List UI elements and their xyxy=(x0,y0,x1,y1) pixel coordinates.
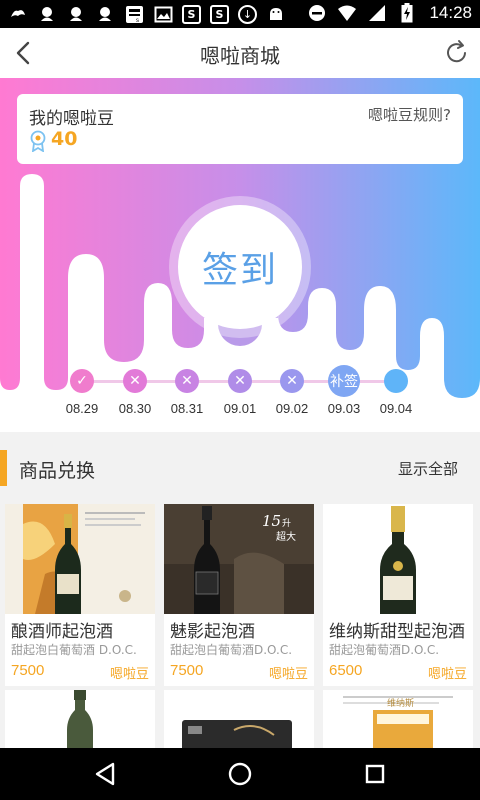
android-icon xyxy=(266,4,286,24)
beans-count: 40 xyxy=(51,128,78,150)
signin-button[interactable]: 签到 xyxy=(178,205,302,329)
product-desc: 甜起泡白葡萄酒 D.O.C. xyxy=(11,643,137,657)
triangle-back-icon xyxy=(95,762,115,786)
product-price: 7500 xyxy=(170,662,204,679)
product-desc: 甜起泡葡萄酒D.O.C. xyxy=(329,643,440,657)
checkin-date: 08.29 xyxy=(65,401,99,416)
square-recents-icon xyxy=(365,764,385,784)
section-title: 商品兑换 xyxy=(19,460,96,482)
checkin-dot-missed: ✕ xyxy=(280,369,304,393)
recents-nav-button[interactable] xyxy=(361,760,389,788)
product-name: 魅影起泡酒 xyxy=(170,622,255,642)
circle-home-icon xyxy=(228,762,252,786)
s5-icon: S xyxy=(210,4,229,24)
product-card[interactable]: 维纳斯 xyxy=(323,690,473,750)
checkin-dot-missed: ✕ xyxy=(175,369,199,393)
app-header: 嗯啦商城 xyxy=(0,28,480,78)
product-card[interactable]: 维纳斯甜型起泡酒 甜起泡葡萄酒D.O.C. 6500 嗯啦豆 xyxy=(323,504,473,686)
product-image: 15 升 超大 xyxy=(164,504,314,614)
qq-icon xyxy=(8,4,28,24)
product-card[interactable] xyxy=(164,690,314,750)
section-accent-bar xyxy=(0,450,7,486)
badge-text: 超大 xyxy=(276,532,296,543)
product-name: 酿酒师起泡酒 xyxy=(11,622,113,642)
product-price: 7500 xyxy=(11,662,45,679)
product-image-text: 维纳斯 xyxy=(387,699,415,709)
s5-icon: S xyxy=(182,4,201,24)
checkin-date: 08.30 xyxy=(118,401,152,416)
checkin-date: 09.02 xyxy=(275,401,309,416)
dnd-icon xyxy=(307,3,327,23)
system-nav-bar xyxy=(0,748,480,800)
product-desc: 甜起泡白葡萄酒D.O.C. xyxy=(170,643,293,657)
product-name: 维纳斯甜型起泡酒 xyxy=(329,622,465,642)
exchange-header: 商品兑换 显示全部 xyxy=(0,446,480,490)
show-all-link[interactable]: 显示全部 xyxy=(398,458,458,479)
page-title: 嗯啦商城 xyxy=(200,44,280,68)
clock: 14:28 xyxy=(429,3,472,22)
product-card[interactable]: 酿酒师起泡酒 甜起泡白葡萄酒 D.O.C. 7500 嗯啦豆 xyxy=(5,504,155,686)
checkin-date: 08.31 xyxy=(170,401,204,416)
checkin-dot-today xyxy=(384,369,408,393)
qq-icon xyxy=(37,4,57,24)
checkin-date: 09.01 xyxy=(223,401,257,416)
product-image xyxy=(164,690,314,750)
checkin-dot-makeup[interactable]: 补签 xyxy=(328,365,360,397)
image-icon xyxy=(153,4,173,24)
checkin-date: 09.03 xyxy=(327,401,361,416)
product-card[interactable]: 15 升 超大 魅影起泡酒 甜起泡白葡萄酒D.O.C. 7500 嗯啦豆 xyxy=(164,504,314,686)
checkin-dot-done: ✓ xyxy=(70,369,94,393)
beans-rules-link[interactable]: 嗯啦豆规则? xyxy=(368,104,451,125)
refresh-button[interactable] xyxy=(440,36,474,70)
price-unit: 嗯啦豆 xyxy=(268,667,308,682)
signal-icon xyxy=(367,3,387,23)
price-unit: 嗯啦豆 xyxy=(427,667,467,682)
qq-icon xyxy=(95,4,115,24)
beans-card: 我的嗯啦豆 嗯啦豆规则? 40 xyxy=(17,94,463,164)
product-image xyxy=(323,504,473,614)
back-nav-button[interactable] xyxy=(92,760,120,788)
beans-label: 我的嗯啦豆 xyxy=(29,109,114,129)
battery-charging-icon xyxy=(397,3,417,23)
qq-icon xyxy=(66,4,86,24)
product-card[interactable] xyxy=(5,690,155,750)
refresh-icon xyxy=(447,40,466,63)
home-nav-button[interactable] xyxy=(226,760,254,788)
product-image xyxy=(5,690,155,750)
download-icon: ↓ xyxy=(238,4,257,24)
medal-icon xyxy=(30,130,46,152)
product-image xyxy=(5,504,155,614)
checkin-dot-missed: ✕ xyxy=(228,369,252,393)
price-unit: 嗯啦豆 xyxy=(109,667,149,682)
wifi-icon xyxy=(337,3,357,23)
checkin-date: 09.04 xyxy=(379,401,413,416)
svg-text:s: s xyxy=(136,18,139,24)
checkin-timeline: ✓ 08.29 ✕ 08.30 ✕ 08.31 ✕ 09.01 ✕ 09.02 补签 09.03 09.… xyxy=(0,359,480,419)
signin-label: 签到 xyxy=(201,250,278,291)
signin-hero: 我的嗯啦豆 嗯啦豆规则? 40 签到 ✓ 08.29 ✕ 08.30 ✕ 08.31 ✕ 09… xyxy=(0,78,480,432)
checkin-dot-missed: ✕ xyxy=(123,369,147,393)
status-bar: s S S ↓ 14:28 xyxy=(0,0,480,28)
product-price: 6500 xyxy=(329,662,363,679)
s-app-icon: s xyxy=(124,4,144,24)
